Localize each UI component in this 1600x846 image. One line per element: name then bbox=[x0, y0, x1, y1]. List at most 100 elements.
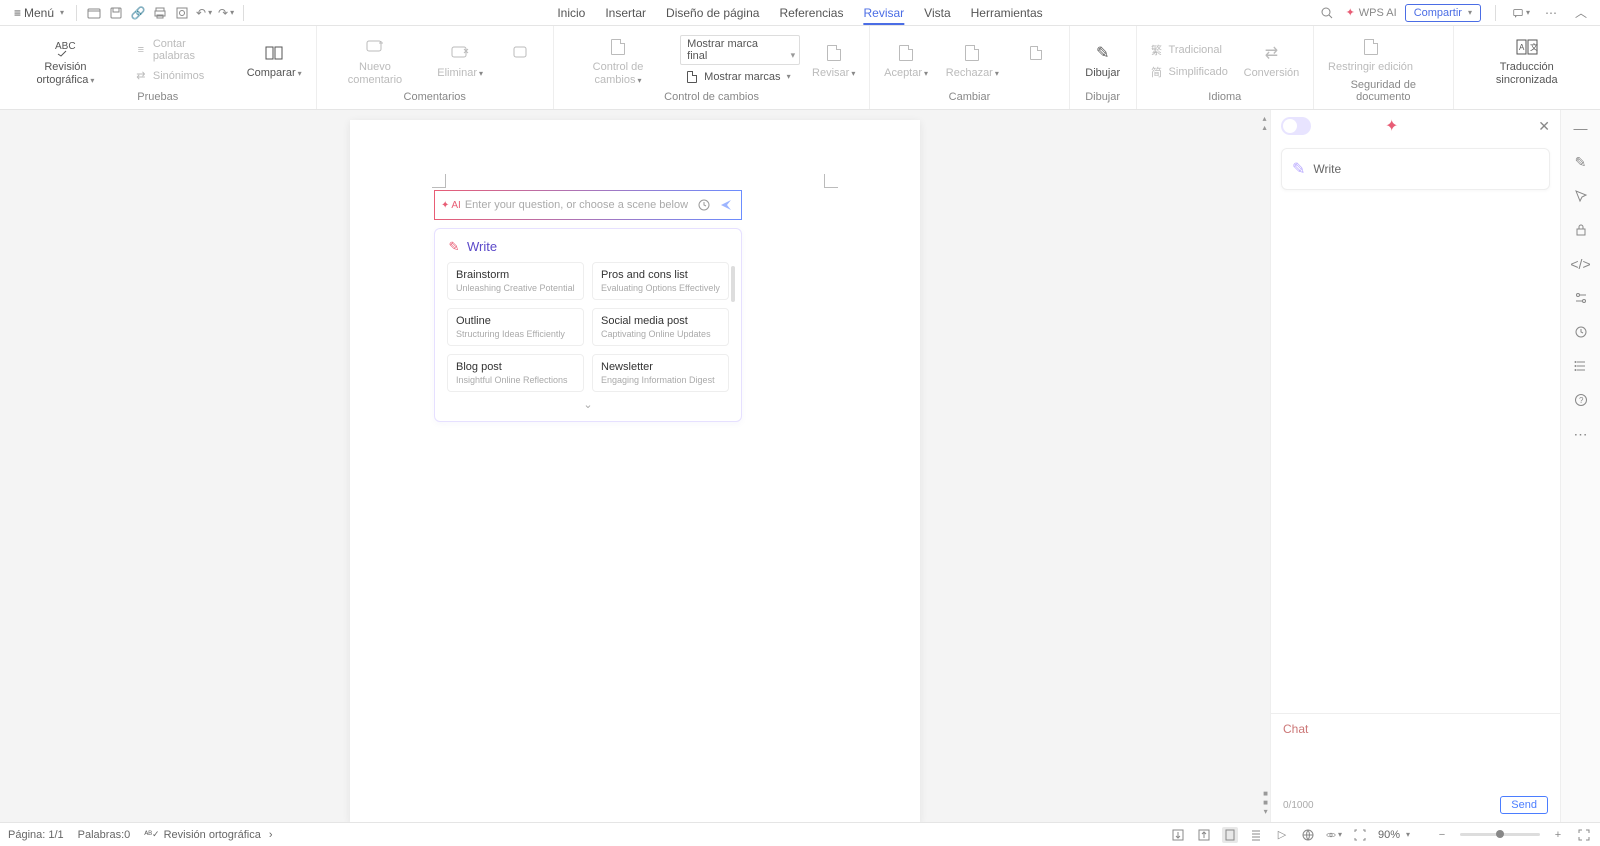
scene-social-post[interactable]: Social media postCaptivating Online Upda… bbox=[592, 308, 729, 346]
settings-icon[interactable] bbox=[1571, 288, 1591, 308]
search-icon[interactable] bbox=[1318, 4, 1336, 22]
tab-diseno[interactable]: Diseño de página bbox=[666, 2, 759, 24]
word-count-button[interactable]: ≡Contar palabras bbox=[129, 36, 235, 64]
svg-text:ABC: ABC bbox=[55, 41, 76, 52]
close-panel-icon[interactable]: ✕ bbox=[1538, 118, 1550, 135]
draw-button[interactable]: ✎ Dibujar bbox=[1078, 39, 1128, 81]
group-label-seguridad: Seguridad de documento bbox=[1322, 79, 1445, 105]
tab-insertar[interactable]: Insertar bbox=[605, 2, 646, 24]
history-icon[interactable] bbox=[695, 196, 713, 214]
print-icon[interactable] bbox=[151, 4, 169, 22]
reject-button[interactable]: Rechazar▾ bbox=[940, 39, 1005, 81]
spell-status[interactable]: ᴬᴮ✓Revisión ortográfica› bbox=[144, 829, 272, 841]
group-label-comentarios: Comentarios bbox=[325, 91, 545, 105]
wps-ai-link[interactable]: ✦WPS AI bbox=[1346, 6, 1397, 19]
redo-icon[interactable]: ↷▾ bbox=[217, 4, 235, 22]
display-mode-combo[interactable]: Mostrar marca final bbox=[680, 35, 800, 65]
svg-text:文: 文 bbox=[1530, 42, 1538, 52]
zoom-out-icon[interactable]: − bbox=[1434, 827, 1450, 843]
web-layout-icon[interactable] bbox=[1300, 827, 1316, 843]
send-icon[interactable] bbox=[717, 196, 735, 214]
right-tool-sidebar: — ✎ </> ? ⋯ bbox=[1560, 110, 1600, 822]
more-sidebar-icon[interactable]: ⋯ bbox=[1571, 424, 1591, 444]
help-icon[interactable]: ? bbox=[1571, 390, 1591, 410]
focus-icon[interactable] bbox=[1352, 827, 1368, 843]
scene-brainstorm[interactable]: BrainstormUnleashing Creative Potential bbox=[447, 262, 584, 300]
import-icon[interactable] bbox=[1196, 827, 1212, 843]
fullscreen-icon[interactable] bbox=[1576, 827, 1592, 843]
expand-scenes-icon[interactable]: ⌄ bbox=[447, 398, 729, 411]
pencil-icon: ✎ bbox=[447, 240, 461, 254]
synonyms-button[interactable]: ⇄Sinónimos bbox=[129, 66, 235, 86]
pencil-icon: ✎ bbox=[1292, 159, 1305, 179]
scene-blog-post[interactable]: Blog postInsightful Online Reflections bbox=[447, 354, 584, 392]
new-comment-button[interactable]: Nuevo comentario bbox=[325, 33, 426, 87]
scene-outline[interactable]: OutlineStructuring Ideas Efficiently bbox=[447, 308, 584, 346]
restrict-editing-button[interactable]: Restringir edición bbox=[1322, 33, 1419, 75]
ai-toggle[interactable] bbox=[1281, 117, 1311, 135]
group-label-idioma: Idioma bbox=[1145, 91, 1305, 105]
menu-label: Menú bbox=[24, 6, 54, 20]
tab-inicio[interactable]: Inicio bbox=[557, 2, 585, 24]
code-icon[interactable]: </> bbox=[1571, 254, 1591, 274]
collapse-ribbon-icon[interactable]: ︿ bbox=[1572, 4, 1590, 22]
lock-icon[interactable] bbox=[1571, 220, 1591, 240]
scene-newsletter[interactable]: NewsletterEngaging Information Digest bbox=[592, 354, 729, 392]
minimize-icon[interactable]: — bbox=[1571, 118, 1591, 138]
open-icon[interactable] bbox=[85, 4, 103, 22]
ai-side-panel: ✦ ✕ ✎ Write Chat 0/1000 Send bbox=[1270, 110, 1560, 822]
tab-revisar[interactable]: Revisar bbox=[863, 2, 904, 24]
zoom-in-icon[interactable]: + bbox=[1550, 827, 1566, 843]
reading-view-icon[interactable]: ▷ bbox=[1274, 827, 1290, 843]
share-button[interactable]: Compartir▾ bbox=[1405, 4, 1481, 22]
page-indicator[interactable]: Página: 1/1 bbox=[8, 829, 64, 841]
tab-herramientas[interactable]: Herramientas bbox=[971, 2, 1043, 24]
traditional-button[interactable]: 繁Tradicional bbox=[1145, 40, 1232, 60]
edit-icon[interactable]: ✎ bbox=[1571, 152, 1591, 172]
conversion-button[interactable]: ⇄ Conversión bbox=[1238, 39, 1305, 81]
document-page[interactable]: AI ✎ Write BrainstormUnleashing Creative… bbox=[350, 120, 920, 822]
eye-icon[interactable]: ▾ bbox=[1326, 827, 1342, 843]
outline-view-icon[interactable] bbox=[1248, 827, 1264, 843]
comment-nav-button[interactable] bbox=[495, 39, 545, 81]
history-sidebar-icon[interactable] bbox=[1571, 322, 1591, 342]
select-icon[interactable] bbox=[1571, 186, 1591, 206]
change-nav-button[interactable] bbox=[1011, 39, 1061, 81]
word-count-indicator[interactable]: Palabras:0 bbox=[78, 829, 131, 841]
chat-area: Chat 0/1000 Send bbox=[1271, 713, 1560, 822]
more-icon[interactable]: ⋯ bbox=[1542, 4, 1560, 22]
delete-comment-button[interactable]: Eliminar▾ bbox=[431, 39, 489, 81]
zoom-slider[interactable] bbox=[1460, 833, 1540, 836]
group-label-control-cambios: Control de cambios bbox=[562, 91, 861, 105]
tab-vista[interactable]: Vista bbox=[924, 2, 950, 24]
undo-icon[interactable]: ↶▾ bbox=[195, 4, 213, 22]
compare-button[interactable]: Comparar▾ bbox=[241, 39, 308, 81]
track-changes-button[interactable]: Control de cambios▾ bbox=[562, 33, 674, 87]
outline-icon[interactable] bbox=[1571, 356, 1591, 376]
write-tile-label: Write bbox=[1313, 162, 1341, 176]
simplified-button[interactable]: 简Simplificado bbox=[1145, 62, 1232, 82]
link-icon[interactable]: 🔗 bbox=[129, 4, 147, 22]
tab-referencias[interactable]: Referencias bbox=[779, 2, 843, 24]
sync-translation-button[interactable]: A文 Traducción sincronizada bbox=[1462, 33, 1592, 87]
send-button[interactable]: Send bbox=[1500, 796, 1548, 814]
zoom-value[interactable]: 90%▾ bbox=[1378, 829, 1410, 841]
accept-button[interactable]: Aceptar▾ bbox=[878, 39, 934, 81]
page-view-icon[interactable] bbox=[1222, 827, 1238, 843]
export-icon[interactable] bbox=[1170, 827, 1186, 843]
char-count: 0/1000 bbox=[1283, 800, 1314, 811]
scene-pros-cons[interactable]: Pros and cons listEvaluating Options Eff… bbox=[592, 262, 729, 300]
ai-input-row: AI bbox=[434, 190, 742, 220]
show-marks-button[interactable]: Mostrar marcas▾ bbox=[680, 67, 800, 87]
save-icon[interactable] bbox=[107, 4, 125, 22]
write-tile[interactable]: ✎ Write bbox=[1281, 148, 1550, 190]
ai-logo-icon: ✦ bbox=[1385, 116, 1398, 136]
ai-card-title: ✎ Write bbox=[447, 239, 729, 254]
chat-icon[interactable]: ▾ bbox=[1512, 4, 1530, 22]
review-pane-button[interactable]: Revisar▾ bbox=[806, 39, 861, 81]
print-preview-icon[interactable] bbox=[173, 4, 191, 22]
group-label-cambiar: Cambiar bbox=[878, 91, 1060, 105]
menu-button[interactable]: ≡ Menú ▾ bbox=[8, 4, 70, 22]
spell-check-button[interactable]: ABC Revisión ortográfica▾ bbox=[8, 33, 123, 87]
ai-prompt-input[interactable] bbox=[465, 199, 691, 211]
